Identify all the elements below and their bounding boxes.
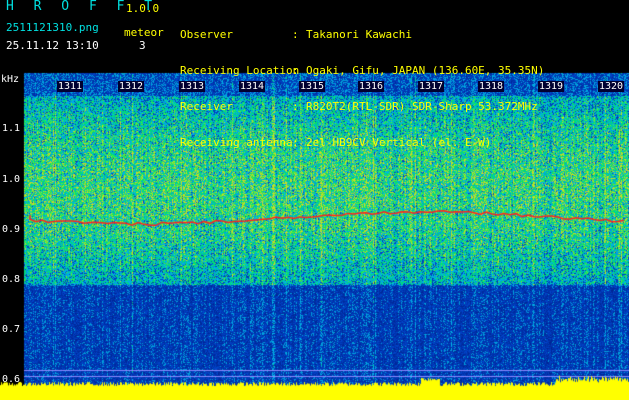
file-name: 2511121310.png [6,21,99,34]
x-tick-label: 1313 [179,81,206,92]
x-tick-label: 1315 [299,81,326,92]
y-tick-label: 0.7 [2,324,21,335]
x-tick-label: 1316 [358,81,385,92]
info-label: Observer [180,28,233,41]
y-tick-label: 1.0 [2,174,21,185]
date-time: 25.11.12 13:10 [6,39,99,52]
info-value: R820T2(RTL-SDR) SDR-Sharp 53.372MHz [306,100,538,113]
info-value: 2el-HB9CV Vertical (el. E-W) [306,136,492,149]
y-tick-label: 0.8 [2,274,21,285]
info-value: Takanori Kawachi [306,28,412,41]
info-label: Receiving Location [180,64,300,77]
y-axis-unit: kHz [1,74,20,85]
y-tick-label: 1.1 [2,123,21,134]
info-row-observer: Observer: Takanori Kawachi [180,28,412,41]
x-tick-label: 1320 [598,81,625,92]
info-row-location: Receiving Location: Ogaki, Gifu, JAPAN (… [180,64,545,77]
y-tick-label: 0.9 [2,224,21,235]
x-tick-label: 1319 [538,81,565,92]
x-tick-label: 1311 [57,81,84,92]
x-tick-label: 1317 [418,81,445,92]
info-label: Receiver [180,100,233,113]
meteor-count: 3 [139,39,146,52]
info-row-receiver: Receiver: R820T2(RTL-SDR) SDR-Sharp 53.3… [180,100,538,113]
y-tick-label: 0.6 [2,374,21,385]
x-tick-label: 1314 [239,81,266,92]
meteor-label: meteor [124,26,164,39]
info-value: Ogaki, Gifu, JAPAN (136.60E, 35.35N) [306,64,545,77]
app-version: 1.0.0 [126,2,160,15]
x-tick-label: 1318 [478,81,505,92]
info-row-antenna: Receiving antenna: 2el-HB9CV Vertical (e… [180,136,492,149]
info-label: Receiving antenna [180,136,293,149]
x-tick-label: 1312 [118,81,145,92]
